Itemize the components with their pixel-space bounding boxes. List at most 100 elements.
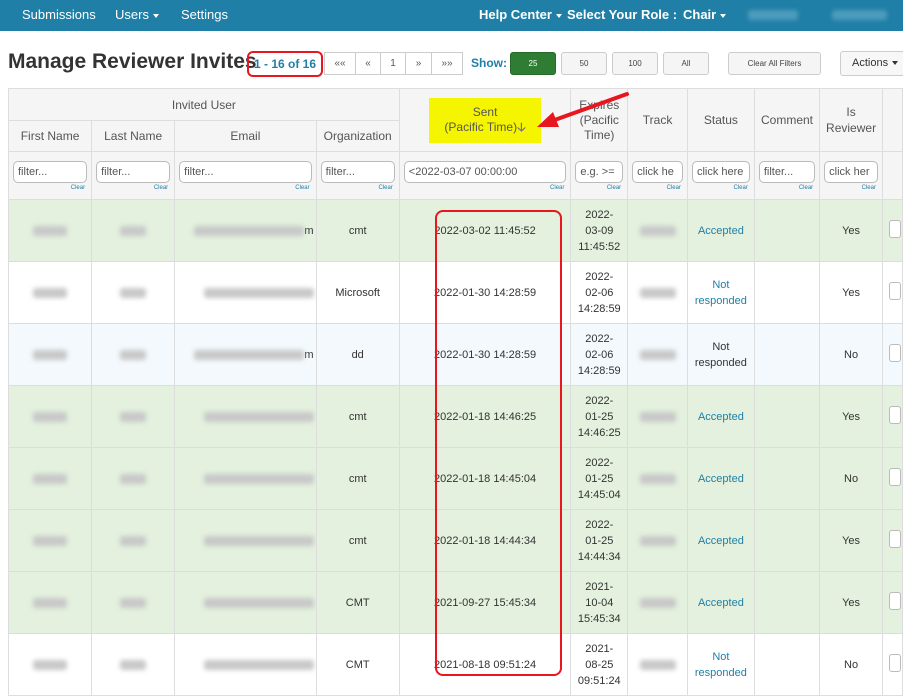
expires-filter-input[interactable]: e.g. >= bbox=[575, 160, 624, 183]
row-action-button[interactable] bbox=[888, 654, 901, 672]
row-action-button[interactable] bbox=[888, 406, 901, 424]
nav-settings[interactable]: Settings bbox=[181, 0, 228, 31]
track-column-header[interactable]: Track bbox=[627, 88, 688, 152]
first-name-cell bbox=[7, 261, 93, 324]
comment-cell bbox=[753, 633, 821, 696]
expires-time: 14:28:59 bbox=[577, 364, 621, 377]
role-selector[interactable]: Chair bbox=[683, 0, 727, 31]
pager-last[interactable]: »» bbox=[431, 52, 463, 75]
cut-column-header bbox=[881, 88, 903, 152]
organization-cell: Microsoft bbox=[315, 261, 400, 324]
expires-monthday: 01-25 bbox=[585, 410, 614, 423]
sent-filter-input[interactable]: <2022-03-07 00:00:00 bbox=[403, 160, 567, 183]
expires-monthday: 01-25 bbox=[585, 472, 614, 485]
pager-prev[interactable]: « bbox=[355, 52, 381, 75]
redacted-last-name bbox=[120, 597, 147, 608]
clear-link[interactable]: Clear bbox=[317, 185, 398, 191]
row-action-button[interactable] bbox=[888, 468, 901, 486]
signout-blurred[interactable] bbox=[832, 10, 887, 20]
comment-column-header[interactable]: Comment bbox=[753, 88, 821, 152]
redacted-last-name bbox=[120, 659, 147, 670]
expires-cell: 2022- 01-25 14:44:34 bbox=[570, 509, 629, 572]
expires-time: 14:45:04 bbox=[577, 488, 621, 501]
track-filter-cell: click he Clear bbox=[627, 151, 688, 200]
row-action-button[interactable] bbox=[888, 282, 901, 300]
is-reviewer-filter-input[interactable]: click her bbox=[824, 160, 878, 183]
status-column-header[interactable]: Status bbox=[686, 88, 755, 152]
comment-filter-cell: filter... Clear bbox=[753, 151, 821, 200]
is-reviewer-cell: Yes bbox=[819, 199, 883, 262]
clear-link[interactable]: Clear bbox=[821, 185, 882, 191]
first-name-column-header[interactable]: First Name bbox=[7, 120, 93, 152]
invited-user-group-header: Invited User bbox=[8, 88, 400, 121]
clear-link[interactable]: Clear bbox=[176, 185, 315, 191]
status-filter-input[interactable]: click here bbox=[691, 160, 750, 183]
track-filter-input[interactable]: click he bbox=[632, 160, 683, 183]
clear-all-filters-button[interactable]: Clear All Filters bbox=[728, 52, 821, 75]
is-reviewer-cell: No bbox=[819, 447, 883, 510]
first-name-filter-cell: filter... Clear bbox=[7, 151, 93, 200]
row-action-button[interactable] bbox=[888, 220, 901, 238]
nav-users[interactable]: Users bbox=[115, 0, 159, 31]
expires-year: 2022- bbox=[585, 394, 614, 407]
expires-monthday: 02-06 bbox=[585, 348, 614, 361]
redacted-first-name bbox=[33, 225, 68, 236]
pager-first[interactable]: «« bbox=[324, 52, 356, 75]
status-line-2: responded bbox=[694, 294, 747, 307]
expires-time: 09:51:24 bbox=[577, 674, 621, 687]
is-reviewer-cell: Yes bbox=[819, 509, 883, 572]
organization-cell: cmt bbox=[315, 509, 400, 572]
redacted-track bbox=[639, 597, 676, 608]
last-name-cell bbox=[91, 509, 176, 572]
redacted-email bbox=[203, 659, 314, 670]
redacted-email bbox=[203, 473, 314, 484]
status-line-1: Accepted bbox=[697, 472, 744, 485]
organization-cell: cmt bbox=[315, 447, 400, 510]
organization-column-header[interactable]: Organization bbox=[315, 120, 400, 152]
clear-link[interactable]: Clear bbox=[400, 185, 570, 191]
redacted-track bbox=[639, 473, 676, 484]
redacted-email bbox=[203, 287, 314, 298]
clear-link[interactable]: Clear bbox=[10, 185, 91, 191]
first-name-filter-input[interactable]: filter... bbox=[13, 160, 88, 183]
clear-link[interactable]: Clear bbox=[572, 185, 627, 191]
clear-link[interactable]: Clear bbox=[755, 185, 818, 191]
is-reviewer-column-header[interactable]: Is Reviewer bbox=[819, 88, 883, 152]
expires-year: 2021- bbox=[585, 580, 614, 593]
status-cell: Not responded bbox=[686, 633, 755, 696]
clear-link[interactable]: Clear bbox=[629, 185, 687, 191]
show-all-button[interactable]: All bbox=[663, 52, 709, 75]
expires-year: 2022- bbox=[585, 270, 614, 283]
pager-page[interactable]: 1 bbox=[380, 52, 406, 75]
comment-cell bbox=[753, 199, 821, 262]
track-cell bbox=[627, 447, 688, 510]
show-25-button[interactable]: 25 bbox=[510, 52, 556, 75]
clear-link[interactable]: Clear bbox=[93, 185, 174, 191]
last-name-filter-input[interactable]: filter... bbox=[96, 160, 171, 183]
redacted-last-name bbox=[120, 287, 147, 298]
actions-dropdown[interactable]: Actions bbox=[840, 51, 903, 76]
pager-next[interactable]: » bbox=[405, 52, 432, 75]
show-100-button[interactable]: 100 bbox=[612, 52, 658, 75]
user-menu-blurred[interactable] bbox=[748, 10, 798, 20]
show-50-button[interactable]: 50 bbox=[561, 52, 607, 75]
sent-column-annotation-box bbox=[435, 210, 562, 676]
row-action-button[interactable] bbox=[888, 344, 901, 362]
clear-link[interactable]: Clear bbox=[688, 185, 753, 191]
row-action-button[interactable] bbox=[888, 592, 901, 610]
organization-filter-input[interactable]: filter... bbox=[320, 160, 395, 183]
comment-filter-input[interactable]: filter... bbox=[758, 160, 816, 183]
email-tail: m bbox=[304, 348, 314, 361]
expires-monthday: 02-06 bbox=[585, 286, 614, 299]
is-reviewer-header-1: Is bbox=[846, 105, 856, 119]
track-cell bbox=[627, 199, 688, 262]
row-action-button[interactable] bbox=[888, 530, 901, 548]
nav-help-center[interactable]: Help Center bbox=[479, 0, 562, 31]
email-column-header[interactable]: Email bbox=[174, 120, 317, 152]
email-filter-input[interactable]: filter... bbox=[179, 160, 312, 183]
nav-submissions[interactable]: Submissions bbox=[22, 0, 96, 31]
redacted-track bbox=[639, 225, 676, 236]
last-name-column-header[interactable]: Last Name bbox=[91, 120, 176, 152]
sent-filter-cell: <2022-03-07 00:00:00 Clear bbox=[398, 151, 572, 200]
status-cell: Accepted bbox=[686, 199, 755, 262]
